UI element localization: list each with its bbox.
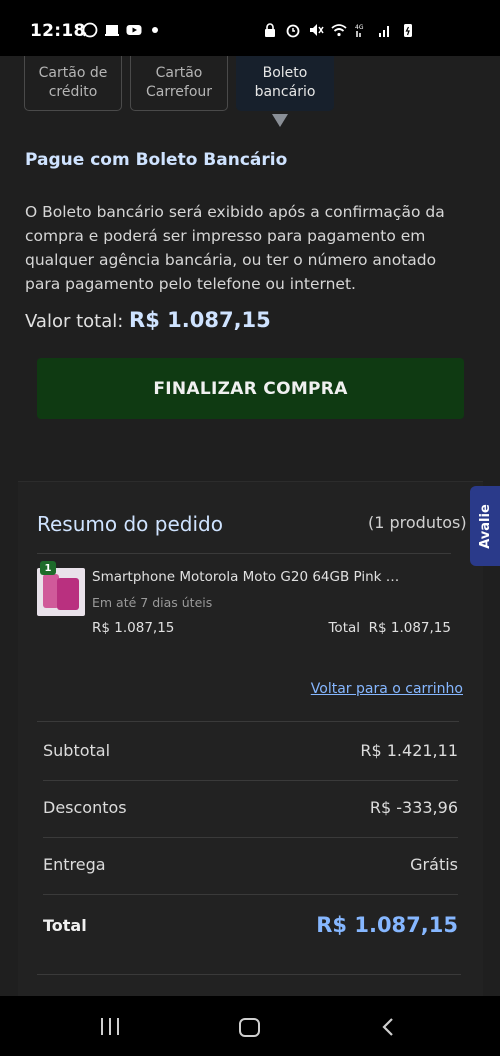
active-tab-arrow-icon [272, 114, 288, 127]
divider [43, 894, 458, 895]
payment-tabs: Cartão de crédito Cartão Carrefour Boleto b… [24, 56, 334, 111]
mute-icon [310, 24, 324, 36]
divider [43, 837, 458, 838]
divider [37, 553, 451, 554]
status-bar: 12:18 4G [0, 0, 500, 56]
alarm-icon [286, 24, 300, 38]
summary-row-total: Total R$ 1.087,15 [43, 913, 458, 937]
notification-dot-icon [152, 27, 158, 33]
valor-total: Valor total: R$ 1.087,15 [25, 308, 271, 332]
svg-text:4G: 4G [355, 24, 364, 31]
back-to-cart-link[interactable]: Voltar para o carrinho [311, 681, 463, 697]
product-price: R$ 1.087,15 [92, 620, 175, 636]
signal-icon [379, 26, 389, 37]
back-icon[interactable] [382, 1018, 394, 1036]
wifi-icon [331, 24, 347, 37]
avalie-feedback-tab[interactable]: Avalie [470, 486, 500, 566]
battery-icon [404, 24, 412, 37]
summary-total-amount: R$ 1.087,15 [316, 913, 458, 937]
tab-carrefour-card[interactable]: Cartão Carrefour [130, 56, 228, 111]
boleto-description: O Boleto bancário será exibido após a co… [25, 203, 445, 293]
finalizar-compra-button[interactable]: FINALIZAR COMPRA [37, 358, 464, 419]
boleto-title: Pague com Boleto Bancário [25, 150, 288, 170]
divider [43, 780, 458, 781]
mobile-data-icon: 4G [355, 24, 364, 37]
valor-total-amount: R$ 1.087,15 [129, 308, 271, 332]
youtube-icon [126, 25, 142, 35]
summary-row-subtotal: Subtotal R$ 1.421,11 [43, 741, 458, 760]
tab-credit-card[interactable]: Cartão de crédito [24, 56, 122, 111]
checkout-page: Cartão de crédito Cartão Carrefour Boleto b… [0, 56, 500, 996]
product-total: Total R$ 1.087,15 [328, 620, 451, 636]
divider [37, 974, 461, 975]
tab-boleto[interactable]: Boleto bancário [236, 56, 334, 111]
product-thumbnail[interactable] [37, 568, 85, 616]
divider [37, 721, 459, 722]
system-nav-bar [0, 996, 500, 1056]
summary-product-count: (1 produtos) [368, 513, 467, 532]
whatsapp-icon [82, 22, 98, 38]
product-qty-badge: 1 [40, 561, 56, 575]
message-icon [105, 25, 119, 36]
lock-icon [265, 23, 275, 37]
product-name[interactable]: Smartphone Motorola Moto G20 64GB Pink 4… [92, 569, 407, 585]
summary-row-delivery: Entrega Grátis [43, 855, 458, 874]
summary-title: Resumo do pedido [37, 512, 223, 536]
recent-apps-icon[interactable] [101, 1018, 119, 1035]
status-time: 12:18 [30, 21, 86, 41]
product-shipping-time: Em até 7 dias úteis [92, 595, 213, 610]
summary-row-discounts: Descontos R$ -333,96 [43, 798, 458, 817]
home-icon[interactable] [239, 1018, 260, 1037]
